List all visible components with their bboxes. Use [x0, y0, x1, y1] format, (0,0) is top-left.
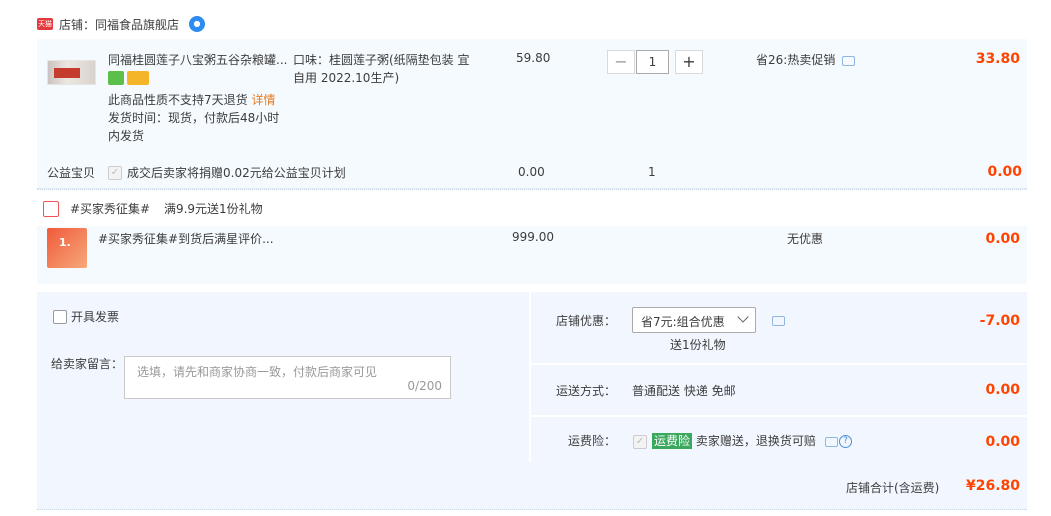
chat-icon[interactable]: [825, 437, 838, 447]
insurance-tag: 运费险: [652, 433, 693, 449]
shipping-total: 0.00: [985, 382, 1020, 398]
gift-price: 999.00: [512, 230, 554, 244]
charity-text: 成交后卖家将捐赠0.02元给公益宝贝计划: [127, 166, 346, 180]
insurance-label: 运费险：: [568, 434, 617, 448]
shop-header: 天猫 店铺：同福食品旗舰店 ●: [37, 14, 206, 34]
invoice-checkbox[interactable]: [53, 310, 67, 324]
shop-name[interactable]: 店铺：同福食品旗舰店: [59, 16, 179, 33]
product-spec-line2: 自用 2022.10生产): [293, 71, 400, 85]
qty-input[interactable]: [636, 50, 669, 74]
product-title[interactable]: 同福桂圆莲子八宝粥五谷杂粮罐...: [108, 51, 287, 68]
insurance-text: 卖家赠送，退换货可赔: [695, 434, 816, 448]
ship-time-line2: 内发货: [108, 129, 145, 143]
item-total: 33.80: [975, 51, 1020, 67]
product-thumbnail[interactable]: [47, 60, 96, 85]
shop-discount-label: 店铺优惠：: [556, 314, 617, 328]
shop-discount-total: -7.00: [979, 313, 1020, 329]
insurance-info: 运费险 卖家赠送，退换货可赔: [652, 432, 816, 450]
summary-total: ¥26.80: [966, 478, 1021, 494]
insurance-total: 0.00: [985, 434, 1020, 450]
unit-price: 59.80: [516, 51, 551, 65]
message-label: 给卖家留言：: [51, 357, 124, 371]
help-icon[interactable]: ?: [839, 435, 852, 448]
product-spec-line1: 口味：桂圆莲子粥(纸隔垫包装 宜: [293, 53, 470, 67]
divider: [37, 189, 1027, 190]
gift-icon: [43, 201, 59, 217]
charity-qty: 1: [648, 165, 656, 179]
gift-thumbnail[interactable]: 1.: [47, 228, 87, 268]
shop-discount-gift: 送1份礼物: [670, 338, 726, 352]
message-textarea[interactable]: 选填，请先和商家协商一致，付款后商家可见 0/200: [124, 356, 451, 399]
message-placeholder: 选填，请先和商家协商一致，付款后商家可见: [137, 365, 378, 379]
refund-detail-link[interactable]: 详情: [251, 93, 275, 107]
wangwang-icon[interactable]: ●: [189, 16, 206, 32]
gift-title[interactable]: #买家秀征集#到货后满星评价...: [98, 230, 274, 247]
card-badge-icon: [127, 71, 149, 85]
chevron-down-icon: [737, 311, 749, 323]
refund-note-text: 此商品性质不支持7天退货: [108, 93, 248, 107]
tmall-logo-icon: 天猫: [37, 18, 53, 30]
charity-label: 公益宝贝: [47, 166, 96, 180]
shipping-method: 普通配送 快递 免邮: [632, 384, 736, 398]
insurance-checkbox: ✓: [633, 435, 647, 449]
shipping-label: 运送方式：: [556, 384, 617, 398]
shop-discount-select[interactable]: 省7元:组合优惠: [632, 307, 756, 333]
chat-icon[interactable]: [772, 316, 785, 326]
charity-total: 0.00: [987, 164, 1022, 180]
charity-price: 0.00: [518, 165, 545, 179]
item-discount: 省26:热卖促销: [756, 53, 836, 67]
service-badge-icon: [108, 71, 124, 85]
invoice-label[interactable]: 开具发票: [71, 308, 119, 326]
gift-promo-rule: 满9.9元送1份礼物: [163, 202, 263, 216]
refund-note: 此商品性质不支持7天退货 详情: [108, 91, 275, 109]
shop-discount-selected: 省7元:组合优惠: [641, 315, 725, 329]
message-char-count: 0/200: [407, 379, 442, 393]
gift-thumbnail-text: 1.: [59, 236, 71, 249]
chat-icon[interactable]: [842, 56, 855, 66]
gift-discount: 无优惠: [787, 232, 824, 246]
gift-total: 0.00: [985, 231, 1020, 247]
summary-label: 店铺合计(含运费): [846, 481, 940, 495]
gift-promo: #买家秀征集# 满9.9元送1份礼物: [70, 200, 263, 218]
qty-increase-button[interactable]: +: [675, 50, 703, 74]
ship-time-line1: 发货时间：现货，付款后48小时: [108, 111, 280, 125]
qty-decrease-button[interactable]: −: [607, 50, 635, 74]
gift-promo-tag: #买家秀征集#: [70, 202, 151, 216]
charity-checkbox: ✓: [108, 166, 122, 180]
